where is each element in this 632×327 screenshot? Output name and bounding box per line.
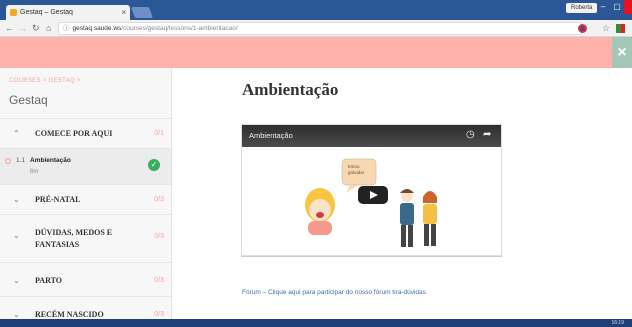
course-sidebar: COURSES > GESTAQ > Gestaq ⌃ COMECE POR A… [0, 68, 172, 319]
section-comece-por-aqui[interactable]: ⌃ COMECE POR AQUI 0/1 [0, 118, 171, 148]
video-title: Ambientação [249, 131, 293, 140]
divider [241, 256, 502, 257]
tab-close-icon[interactable]: × [121, 8, 126, 17]
window-close-button[interactable] [624, 0, 632, 14]
lesson-duration: 6m [30, 169, 39, 175]
section-recem-nascido[interactable]: ⌄ RECÉM NASCIDO 0/3 [0, 296, 171, 319]
tab-title: Gestaq – Gestaq [20, 9, 73, 16]
section-count: 0/3 [154, 311, 164, 318]
profile-button[interactable]: Roberta [566, 3, 598, 13]
extension-icon-2[interactable] [616, 24, 625, 33]
reload-icon[interactable]: ↻ [32, 22, 40, 35]
url-host: gestaq.saude.ws [72, 25, 122, 32]
banner-close-button[interactable]: × [612, 37, 632, 68]
section-duvidas-medos-fantasias[interactable]: ⌄ DÚVIDAS, MEDOS E FANTASIAS 0/3 [0, 214, 171, 262]
taskbar: 16:19 [0, 319, 632, 327]
new-tab-button[interactable] [130, 7, 154, 18]
section-count: 0/3 [154, 196, 164, 203]
chevron-down-icon: ⌄ [13, 231, 20, 240]
speech-bubble-text: Estou grávida! [348, 164, 365, 175]
forum-link[interactable]: Fórum – Clique aqui para participar do n… [242, 289, 426, 296]
chevron-down-icon: ⌄ [13, 310, 20, 319]
browser-titlebar: Gestaq – Gestaq × Roberta – ▢ [0, 0, 632, 20]
minimize-button[interactable]: – [596, 0, 610, 14]
info-icon[interactable]: ⓘ [63, 25, 70, 32]
lesson-number: 1.1 [16, 157, 26, 164]
lesson-status-icon [5, 158, 11, 164]
section-title: COMECE POR AQUI [35, 129, 113, 138]
forward-icon[interactable]: → [18, 22, 27, 35]
back-icon[interactable]: ← [5, 22, 14, 35]
lesson-title: Ambientação [242, 80, 339, 99]
course-name: Gestaq [9, 93, 48, 107]
section-parto[interactable]: ⌄ PARTO 0/3 [0, 262, 171, 296]
section-count: 0/1 [154, 130, 164, 137]
home-icon[interactable]: ⌂ [46, 22, 51, 35]
chevron-down-icon: ⌄ [13, 276, 20, 285]
section-title: RECÉM NASCIDO [35, 310, 104, 319]
play-button[interactable] [358, 186, 388, 204]
favicon-icon [10, 9, 17, 16]
video-player[interactable]: Ambientação ◷ ➦ Estou grávida! [241, 124, 502, 256]
address-bar: ← → ↻ ⌂ ⓘ gestaq.saude.ws/courses/gestaq/… [0, 20, 632, 37]
chevron-up-icon: ⌃ [13, 129, 20, 138]
section-count: 0/3 [154, 277, 164, 284]
breadcrumb[interactable]: COURSES > GESTAQ > [9, 78, 81, 84]
url-path: /courses/gestaq/lessons/1-ambientacao/ [121, 25, 238, 32]
share-icon[interactable]: ➦ [483, 129, 491, 140]
section-count: 0/3 [154, 233, 164, 240]
completed-check-icon: ✓ [148, 159, 160, 171]
section-title: DÚVIDAS, MEDOS E FANTASIAS [35, 228, 113, 249]
notification-banner [0, 37, 612, 68]
chevron-down-icon: ⌄ [13, 195, 20, 204]
bookmark-star-icon[interactable]: ☆ [602, 23, 610, 34]
lesson-name: Ambientação [30, 157, 71, 164]
section-title: PARTO [35, 276, 62, 285]
section-title: PRÉ-NATAL [35, 195, 81, 204]
url-input[interactable]: ⓘ gestaq.saude.ws/courses/gestaq/lessons/… [58, 22, 582, 35]
taskbar-clock: 16:19 [611, 320, 624, 326]
section-pre-natal[interactable]: ⌄ PRÉ-NATAL 0/3 [0, 184, 171, 214]
lesson-item-ambientacao[interactable]: 1.1 Ambientação 6m ✓ [0, 148, 171, 184]
watch-later-icon[interactable]: ◷ [466, 129, 475, 140]
browser-tab[interactable]: Gestaq – Gestaq × [6, 5, 130, 20]
extension-icon[interactable] [578, 24, 587, 33]
maximize-button[interactable]: ▢ [610, 0, 624, 14]
